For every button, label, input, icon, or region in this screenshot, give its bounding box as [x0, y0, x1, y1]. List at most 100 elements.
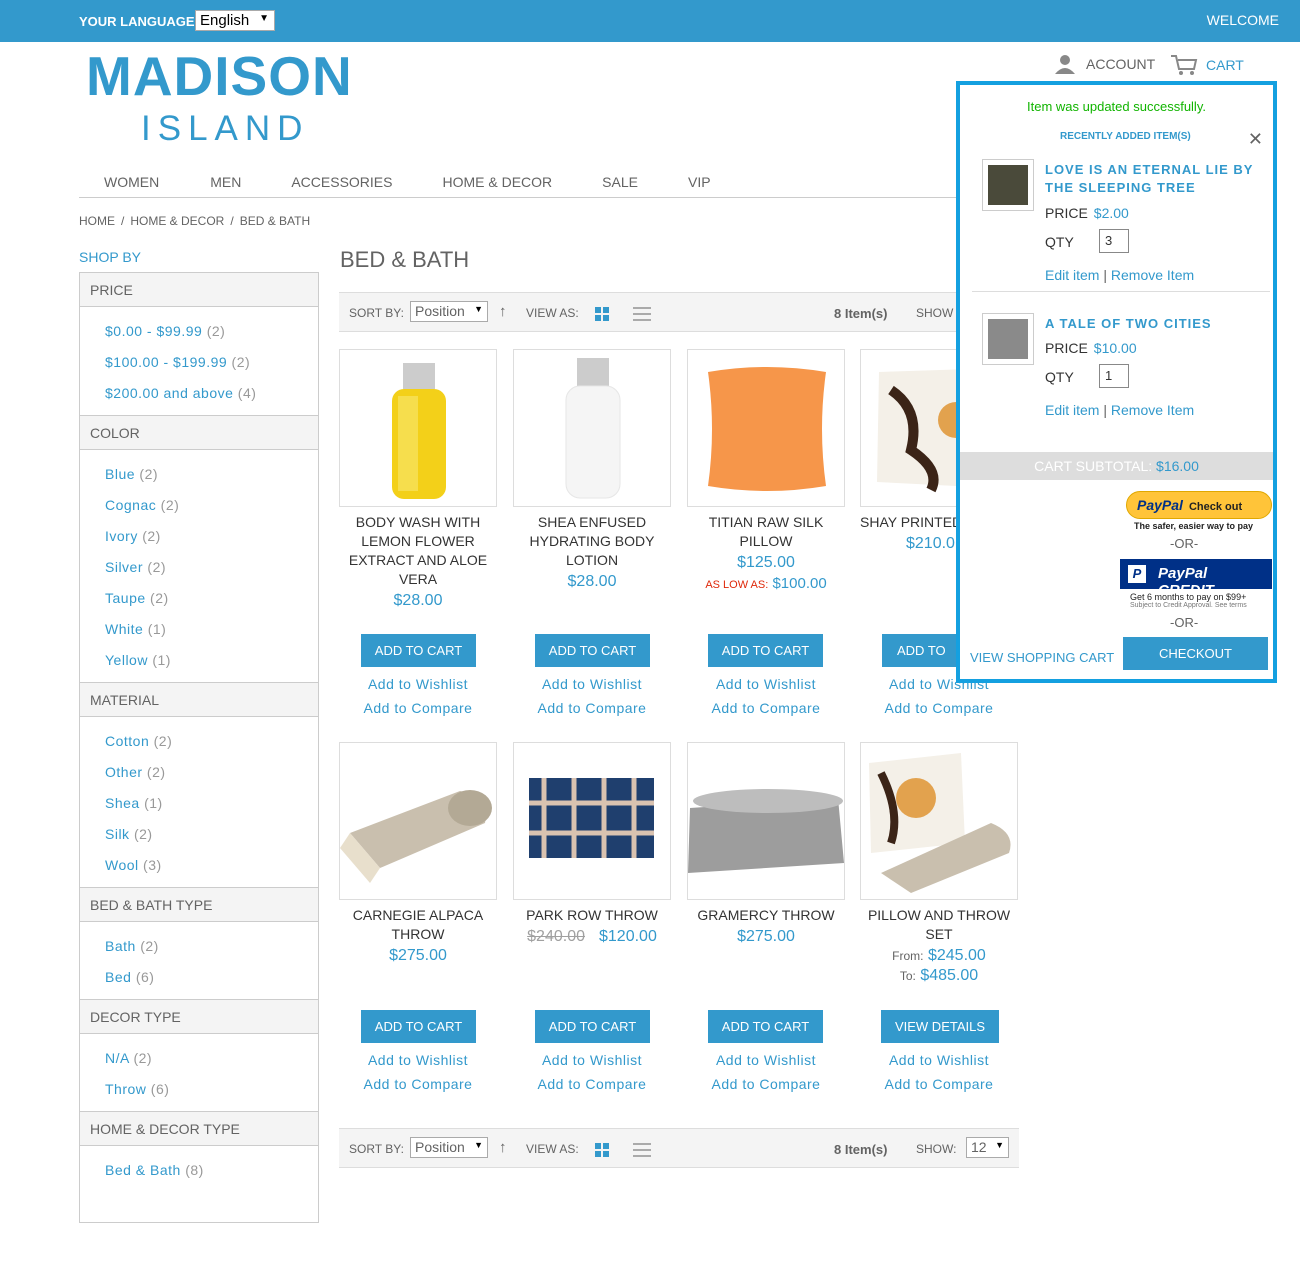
- filter-option[interactable]: Wool (3): [105, 850, 293, 881]
- filter-option[interactable]: N/A (2): [105, 1043, 293, 1074]
- filter-option[interactable]: Other (2): [105, 757, 293, 788]
- product-name[interactable]: Carnegie Alpaca Throw: [339, 906, 497, 944]
- filter-option[interactable]: Silk (2): [105, 819, 293, 850]
- product-image[interactable]: [513, 349, 671, 507]
- cart-link[interactable]: CART: [1170, 54, 1244, 76]
- add-to-cart-button[interactable]: ADD TO CART: [361, 634, 476, 667]
- product-name[interactable]: Shea Enfused Hydrating Body Lotion: [513, 513, 671, 570]
- filter-option[interactable]: Cognac (2): [105, 490, 293, 521]
- remove-item-link[interactable]: Remove Item: [1111, 402, 1194, 418]
- filter-option[interactable]: Bed (6): [105, 962, 293, 993]
- add-to-wishlist-link[interactable]: Add to Wishlist: [860, 1052, 1018, 1068]
- filter-option[interactable]: Cotton (2): [105, 726, 293, 757]
- add-to-compare-link[interactable]: Add to Compare: [513, 1076, 671, 1092]
- item-thumbnail[interactable]: [982, 313, 1034, 365]
- product-name[interactable]: Titian Raw Silk Pillow: [687, 513, 845, 551]
- alpaca-throw-image: [340, 790, 492, 883]
- add-to-compare-link[interactable]: Add to Compare: [339, 1076, 497, 1092]
- list-view-icon[interactable]: [633, 1143, 651, 1157]
- product-image[interactable]: [687, 742, 845, 900]
- filter-option[interactable]: Bath (2): [105, 931, 293, 962]
- product-image[interactable]: [513, 742, 671, 900]
- add-to-compare-link[interactable]: Add to Compare: [513, 700, 671, 716]
- filter-option[interactable]: Throw (6): [105, 1074, 293, 1105]
- sort-select[interactable]: Position ▼: [410, 301, 488, 322]
- filter-option[interactable]: White (1): [105, 614, 293, 645]
- breadcrumb-home-decor[interactable]: HOME & DECOR: [130, 214, 224, 228]
- paypal-credit-button[interactable]: P PayPal CREDIT: [1120, 559, 1272, 599]
- view-details-button[interactable]: VIEW DETAILS: [881, 1010, 999, 1043]
- remove-item-link[interactable]: Remove Item: [1111, 267, 1194, 283]
- add-to-wishlist-link[interactable]: Add to Wishlist: [513, 1052, 671, 1068]
- nav-accessories[interactable]: ACCESSORIES: [266, 166, 417, 197]
- filter-option[interactable]: Blue (2): [105, 459, 293, 490]
- add-to-compare-link[interactable]: Add to Compare: [687, 700, 845, 716]
- add-to-wishlist-link[interactable]: Add to Wishlist: [339, 1052, 497, 1068]
- filter-option[interactable]: Yellow (1): [105, 645, 293, 676]
- account-link[interactable]: ACCOUNT: [1053, 54, 1155, 74]
- filter-option[interactable]: $200.00 and above (4): [105, 378, 293, 409]
- nav-sale[interactable]: SALE: [577, 166, 663, 197]
- qty-input[interactable]: 3: [1099, 229, 1129, 253]
- product-name[interactable]: Shay Printed: [860, 513, 956, 532]
- product-image[interactable]: [687, 349, 845, 507]
- product-name[interactable]: Gramercy Throw: [687, 906, 845, 925]
- product-image[interactable]: [860, 742, 1018, 900]
- filter-option[interactable]: Silver (2): [105, 552, 293, 583]
- add-to-cart-button[interactable]: ADD TO CART: [708, 1010, 823, 1043]
- filter-option[interactable]: $100.00 - $199.99 (2): [105, 347, 293, 378]
- logo-line1[interactable]: MADISON: [86, 44, 353, 108]
- add-to-wishlist-link[interactable]: Add to Wishlist: [687, 1052, 845, 1068]
- nav-home-decor[interactable]: HOME & DECOR: [417, 166, 577, 197]
- add-to-cart-button[interactable]: ADD TO C: [882, 634, 956, 667]
- filter-option[interactable]: Taupe (2): [105, 583, 293, 614]
- grid-view-icon[interactable]: [595, 1143, 609, 1157]
- item-name[interactable]: LOVE IS AN ETERNAL LIE BY THE SLEEPING T…: [1045, 161, 1265, 197]
- filter-option[interactable]: Shea (1): [105, 788, 293, 819]
- paypal-checkout-button[interactable]: PayPal Check out: [1126, 491, 1272, 519]
- sort-direction-icon[interactable]: ↑: [499, 1139, 507, 1156]
- view-shopping-cart-link[interactable]: VIEW SHOPPING CART: [970, 650, 1114, 665]
- add-to-wishlist-link[interactable]: Add to Wishlist: [513, 676, 671, 692]
- edit-item-link[interactable]: Edit item: [1045, 267, 1099, 283]
- show-select[interactable]: 12 ▼: [966, 1137, 1009, 1158]
- logo-line2[interactable]: ISLAND: [141, 109, 309, 149]
- add-to-compare-link[interactable]: Add to Compare: [860, 1076, 1018, 1092]
- product-image[interactable]: [339, 742, 497, 900]
- edit-item-link[interactable]: Edit item: [1045, 402, 1099, 418]
- breadcrumb-home[interactable]: HOME: [79, 214, 115, 228]
- close-icon[interactable]: ✕: [1248, 129, 1263, 150]
- language-select[interactable]: English ▼: [195, 10, 275, 31]
- grid-view-icon[interactable]: [595, 307, 609, 321]
- product-name[interactable]: Park Row Throw: [513, 906, 671, 925]
- add-to-cart-button[interactable]: ADD TO CART: [361, 1010, 476, 1043]
- product-image[interactable]: [339, 349, 497, 507]
- add-to-compare-link[interactable]: Add to Compare: [339, 700, 497, 716]
- paypal-credit-terms[interactable]: Subject to Credit Approval. See terms: [1130, 602, 1247, 609]
- filter-option[interactable]: Ivory (2): [105, 521, 293, 552]
- add-to-cart-button[interactable]: ADD TO CART: [535, 1010, 650, 1043]
- sort-select[interactable]: Position ▼: [410, 1137, 488, 1158]
- add-to-wishlist-link[interactable]: Add to Wishlist: [339, 676, 497, 692]
- product-price: $125.00: [737, 554, 795, 571]
- product-name[interactable]: Pillow and Throw Set: [860, 906, 1018, 944]
- nav-vip[interactable]: VIP: [663, 166, 736, 197]
- filter-heading-home-decor-type: HOME & DECOR TYPE: [80, 1112, 318, 1146]
- add-to-compare-link[interactable]: Add to Compare: [687, 1076, 845, 1092]
- product-name[interactable]: Body Wash with Lemon Flower Extract and …: [339, 513, 497, 589]
- filter-option[interactable]: Bed & Bath (8): [105, 1155, 293, 1186]
- add-to-cart-button[interactable]: ADD TO CART: [708, 634, 823, 667]
- item-name[interactable]: A TALE OF TWO CITIES: [1045, 315, 1265, 333]
- sort-direction-icon[interactable]: ↑: [499, 303, 507, 320]
- qty-input[interactable]: 1: [1099, 364, 1129, 388]
- item-thumbnail[interactable]: [982, 159, 1034, 211]
- nav-women[interactable]: WOMEN: [79, 166, 184, 197]
- checkout-button[interactable]: CHECKOUT: [1123, 637, 1268, 670]
- nav-men[interactable]: MEN: [184, 166, 266, 197]
- filter-option[interactable]: $0.00 - $99.99 (2): [105, 316, 293, 347]
- add-to-wishlist-link[interactable]: Add to Wishlist: [687, 676, 845, 692]
- add-to-compare-link[interactable]: Add to Compare: [860, 700, 1018, 716]
- list-view-icon[interactable]: [633, 307, 651, 321]
- add-to-cart-button[interactable]: ADD TO CART: [535, 634, 650, 667]
- product-image[interactable]: [860, 349, 956, 507]
